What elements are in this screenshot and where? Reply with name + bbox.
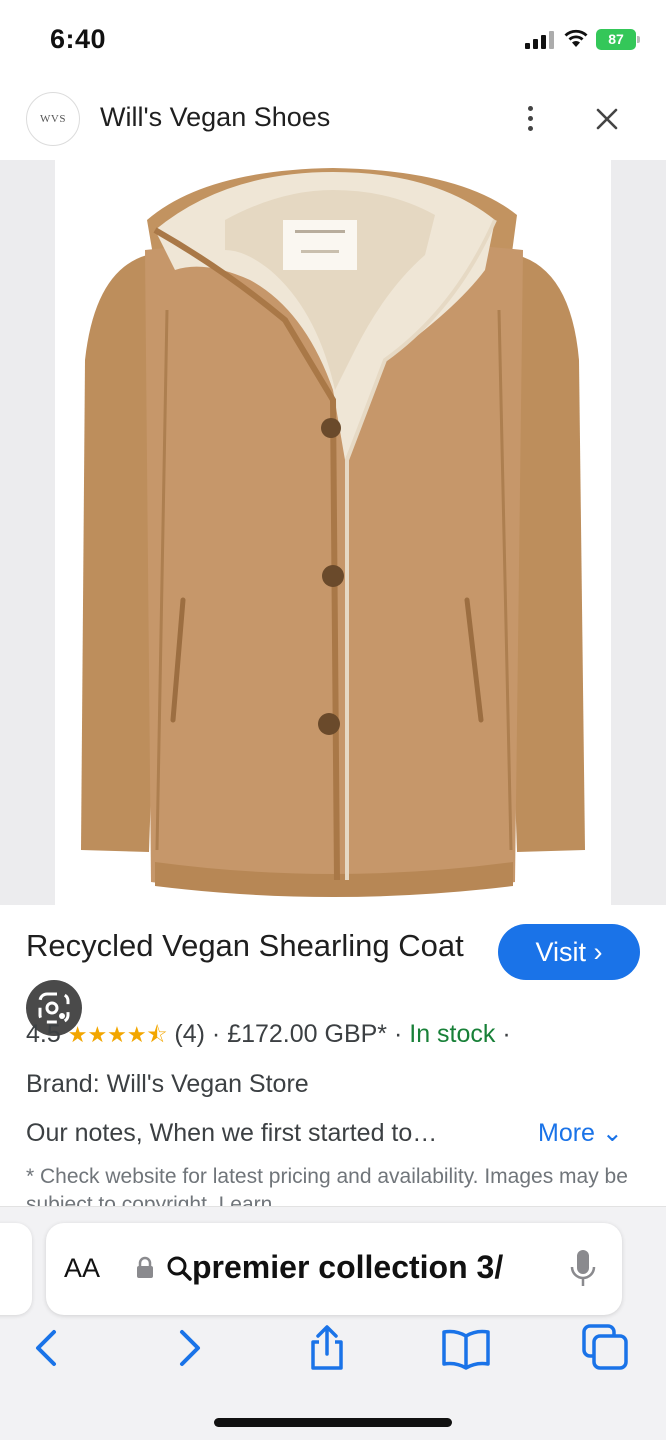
site-logo: WVS	[26, 92, 80, 146]
review-count[interactable]: (4)	[174, 1020, 205, 1048]
image-edge-right	[611, 160, 666, 905]
previous-tab-preview[interactable]	[0, 1223, 32, 1315]
sheet-header: WVS Will's Vegan Shoes	[0, 80, 666, 160]
more-link[interactable]: More ⌄	[538, 1118, 623, 1148]
separator: ·	[495, 1020, 511, 1048]
rating-row: 4.5 ★★★★⯪ (4) · £172.00 GBP* · In stock …	[26, 1018, 511, 1056]
product-title: Recycled Vegan Shearling Coat	[26, 928, 464, 963]
wifi-icon	[564, 29, 588, 47]
rating-value: 4.5	[26, 1020, 61, 1048]
reader-settings-button[interactable]: AA	[64, 1253, 100, 1284]
cellular-signal-icon	[525, 31, 554, 49]
battery-indicator: 87	[596, 29, 640, 50]
more-options-icon[interactable]	[516, 100, 546, 136]
product-image-area	[0, 160, 666, 1036]
status-time: 6:40	[50, 24, 107, 54]
lock-icon	[137, 1256, 153, 1278]
site-title: Will's Vegan Shoes	[100, 102, 331, 132]
url-text: premier collection 3/	[192, 1249, 504, 1285]
star-rating-icon: ★★★★⯪	[67, 1022, 168, 1047]
back-icon[interactable]	[22, 1322, 74, 1374]
stock-status: In stock	[409, 1020, 496, 1048]
visit-button[interactable]: Visit ›	[498, 924, 640, 980]
forward-icon[interactable]	[162, 1322, 214, 1374]
close-icon[interactable]	[590, 102, 624, 136]
bookmarks-icon[interactable]	[440, 1322, 492, 1374]
image-edge-left	[0, 160, 55, 905]
tabs-icon[interactable]	[580, 1322, 632, 1374]
product-image[interactable]	[55, 160, 611, 905]
separator: ·	[204, 1020, 228, 1048]
price: £172.00 GBP*	[227, 1020, 388, 1048]
home-indicator	[214, 1418, 452, 1427]
aa-label: AA	[64, 1253, 101, 1283]
search-icon	[167, 1256, 192, 1281]
product-notes: Our notes, When we first started to…	[26, 1119, 438, 1147]
share-icon[interactable]	[301, 1322, 353, 1374]
status-bar: 6:40 87	[0, 0, 666, 80]
brand-line: Brand: Will's Vegan Store	[26, 1070, 309, 1098]
address-bar[interactable]: AA premier collection 3/	[46, 1223, 622, 1315]
url-field[interactable]: premier collection 3/	[166, 1249, 556, 1286]
microphone-icon[interactable]	[568, 1247, 598, 1289]
separator: ·	[387, 1020, 410, 1048]
